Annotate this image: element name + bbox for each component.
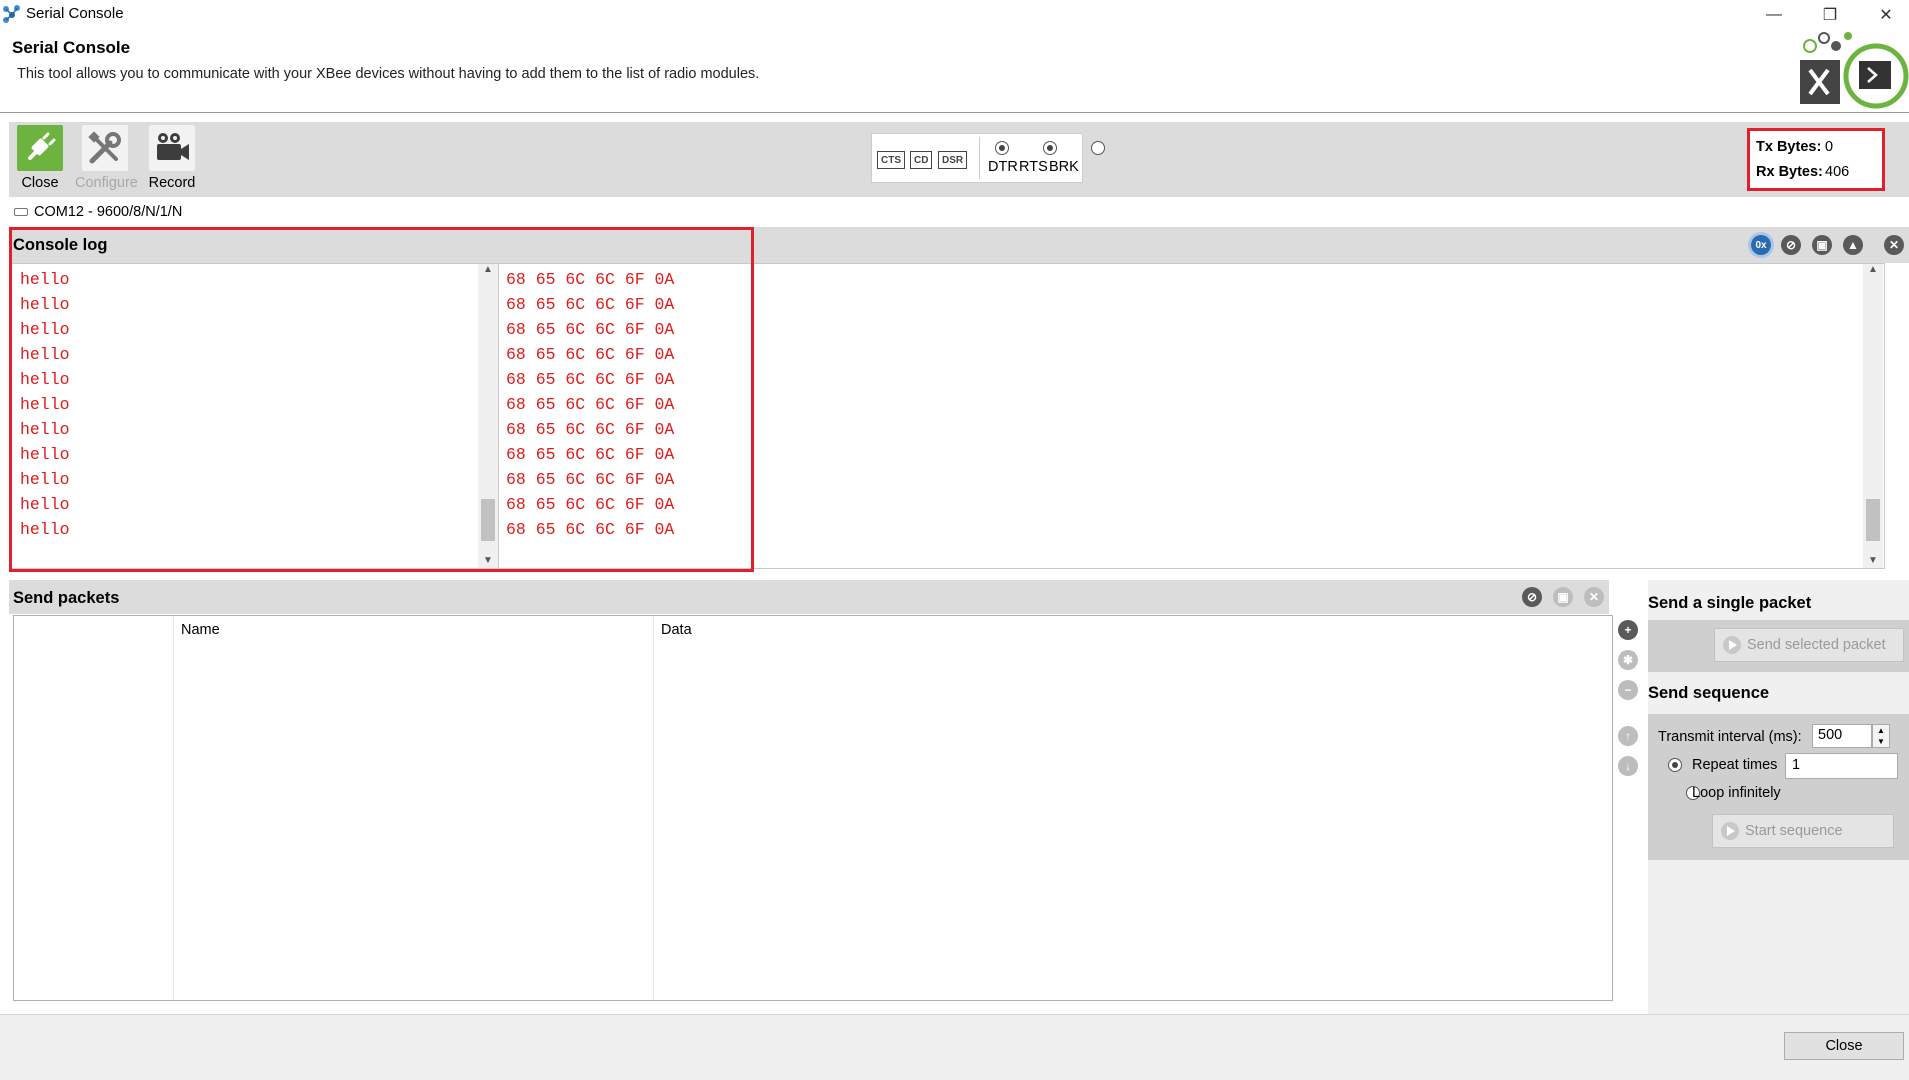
header-separator — [0, 112, 1909, 113]
dtr-toggle[interactable] — [995, 141, 1009, 155]
column-header: Name — [181, 622, 220, 638]
remove-all-icon[interactable]: ✕ — [1584, 587, 1604, 607]
remove-packet-icon[interactable]: − — [1618, 680, 1638, 700]
start-sequence-button[interactable]: Start sequence — [1712, 814, 1894, 848]
title-bar: Serial Console — ❐ ✕ — [0, 0, 1909, 30]
app-icon — [3, 5, 20, 23]
transmit-interval-input[interactable]: 500 — [1812, 724, 1872, 748]
start-sequence-label: Start sequence — [1745, 823, 1843, 839]
save-icon[interactable]: ▣ — [1812, 235, 1832, 255]
column-header: Data — [661, 622, 692, 638]
hex-scroll-thumb[interactable] — [1866, 499, 1880, 541]
play-icon — [1721, 822, 1739, 840]
send-selected-label: Send selected packet — [1747, 637, 1886, 653]
video-camera-icon — [149, 125, 195, 171]
packets-table[interactable]: Name Data — [13, 615, 1613, 1001]
cd-indicator: CD — [910, 151, 933, 169]
signals-divider — [979, 137, 980, 179]
single-packet-box: Send selected packet — [1648, 620, 1909, 672]
bytes-counter: Tx Bytes: 0 Rx Bytes: 406 — [1747, 128, 1885, 191]
configure-label: Configure — [75, 175, 138, 191]
move-down-icon[interactable]: ↓ — [1618, 756, 1638, 776]
send-sequence-title: Send sequence — [1648, 684, 1770, 702]
tx-bytes-label: Tx Bytes: — [1756, 139, 1822, 155]
repeat-times-label: Repeat times — [1692, 757, 1778, 773]
scroll-up-icon[interactable]: ▲ — [1863, 264, 1883, 275]
rx-bytes-value: 406 — [1825, 164, 1850, 180]
rts-toggle[interactable] — [1043, 141, 1058, 155]
brk-label: BRK — [1049, 159, 1079, 175]
record-button[interactable]: Record — [142, 125, 202, 191]
minimize-button[interactable]: — — [1744, 0, 1804, 30]
close-icon[interactable]: ✕ — [1884, 235, 1904, 255]
save-packets-icon[interactable]: ▣ — [1553, 587, 1573, 607]
close-connection-label: Close — [21, 175, 59, 191]
play-icon — [1723, 636, 1741, 654]
repeat-times-radio[interactable] — [1668, 758, 1682, 772]
hex-scrollbar[interactable]: ▲ ▼ — [1863, 264, 1883, 568]
plug-icon — [17, 125, 63, 171]
clear-packets-icon[interactable]: ⊘ — [1522, 587, 1542, 607]
repeat-times-input[interactable]: 1 — [1785, 753, 1898, 779]
add-packet-icon[interactable]: + — [1618, 620, 1638, 640]
send-packets-header: Send packets ⊘ ▣ ✕ — [9, 580, 1609, 614]
dialog-footer — [0, 1014, 1909, 1080]
clear-icon[interactable]: ⊘ — [1781, 235, 1801, 255]
console-highlight-frame — [9, 227, 754, 572]
transmit-interval-label: Transmit interval (ms): — [1658, 729, 1802, 745]
column-select — [14, 616, 174, 1000]
move-up-icon[interactable]: ↑ — [1618, 726, 1638, 746]
dsr-indicator: DSR — [938, 151, 968, 169]
line-signals-panel: CTS CD DSR DTR RTS BRK — [871, 133, 1106, 183]
configure-button[interactable]: Configure — [75, 125, 138, 191]
single-packet-title: Send a single packet — [1648, 594, 1812, 612]
edit-packet-icon[interactable]: ✱ — [1618, 650, 1638, 670]
send-selected-packet-button[interactable]: Send selected packet — [1714, 628, 1904, 662]
page-description: This tool allows you to communicate with… — [17, 66, 760, 82]
cts-indicator: CTS — [877, 151, 905, 169]
port-info: COM12 - 9600/8/N/1/N — [14, 204, 182, 220]
hex-toggle-icon[interactable]: 0x — [1751, 235, 1771, 255]
footer-close-button[interactable]: Close — [1784, 1032, 1904, 1060]
tx-bytes-value: 0 — [1825, 139, 1834, 155]
port-settings-label: COM12 - 9600/8/N/1/N — [34, 204, 183, 220]
rts-label: RTS — [1019, 159, 1048, 175]
scroll-down-icon[interactable]: ▼ — [1863, 555, 1883, 566]
window-close-button[interactable]: ✕ — [1856, 0, 1909, 30]
close-connection-button[interactable]: Close — [10, 125, 70, 191]
serial-port-icon — [14, 208, 28, 217]
serial-console-logo — [1800, 32, 1909, 109]
send-packets-title: Send packets — [13, 589, 120, 607]
rx-bytes-label: Rx Bytes: — [1756, 164, 1823, 180]
tools-icon — [82, 125, 128, 171]
interval-stepper[interactable]: ▲ ▼ — [1872, 724, 1890, 748]
column-data: Data — [655, 616, 1605, 1000]
send-sequence-box: Transmit interval (ms): 500 ▲ ▼ Repeat ti… — [1648, 714, 1909, 860]
page-title: Serial Console — [12, 38, 131, 57]
restore-button[interactable]: ❐ — [1800, 0, 1860, 30]
record-label: Record — [148, 175, 196, 191]
column-name: Name — [175, 616, 654, 1000]
lock-icon[interactable]: ▲ — [1843, 235, 1863, 255]
window-title: Serial Console — [26, 5, 124, 22]
loop-infinitely-label: Loop infinitely — [1692, 785, 1781, 801]
send-options-panel: Send a single packet Send selected packe… — [1648, 580, 1909, 1020]
dtr-label: DTR — [988, 159, 1018, 175]
